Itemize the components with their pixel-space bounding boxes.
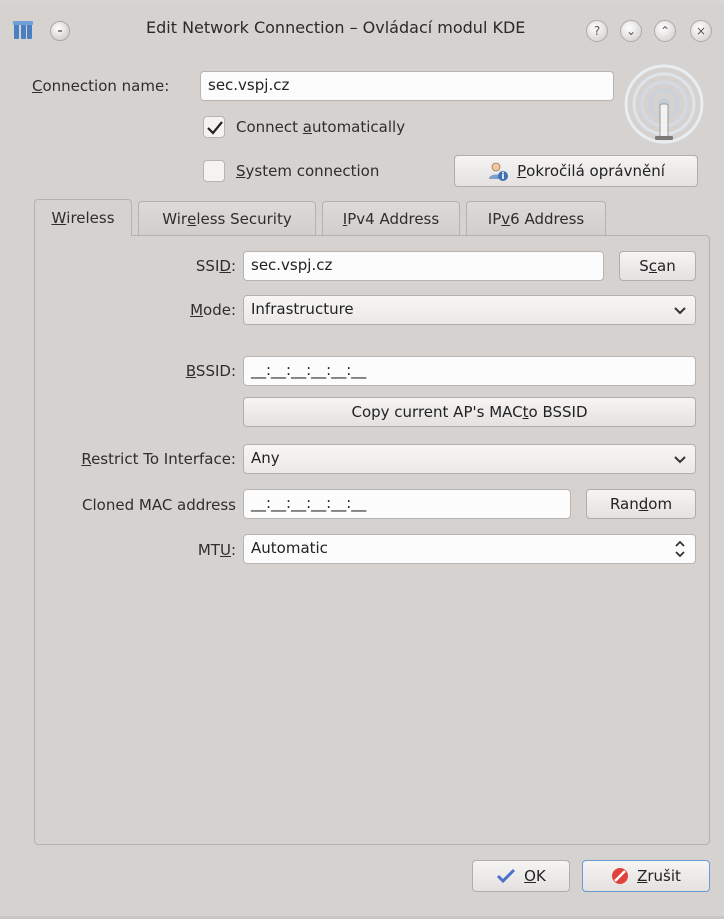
mtu-spinbox[interactable]: Automatic	[243, 534, 696, 564]
ssid-input[interactable]: sec.vspj.cz	[243, 251, 604, 281]
checkmark-icon	[207, 121, 223, 135]
connection-name-input[interactable]: sec.vspj.cz	[200, 71, 614, 101]
scan-button[interactable]: Sc an	[619, 251, 696, 281]
bssid-label: BSSID:	[185, 362, 236, 380]
tab-ipv6-address[interactable]: IP v 6 Address	[466, 201, 606, 235]
restrict-interface-select[interactable]: Any	[243, 444, 696, 474]
wireless-antenna-icon	[620, 60, 708, 148]
minimize-icon: ⌄	[625, 24, 637, 38]
cancel-icon	[612, 868, 629, 884]
bssid-input[interactable]: __:__:__:__:__:__	[243, 356, 696, 386]
checkmark-icon	[497, 868, 516, 884]
help-icon: ?	[593, 24, 601, 38]
window-menu-button[interactable]	[50, 21, 70, 41]
window-title: Edit Network Connection – Ovládací modul…	[146, 18, 526, 37]
cancel-button[interactable]: Zrušit	[582, 860, 710, 892]
cloned-mac-label: Cloned MAC address	[82, 496, 236, 514]
restrict-interface-label: Restrict To Interface:	[81, 450, 236, 468]
close-button[interactable]: ×	[690, 20, 712, 42]
tab-ipv4-address[interactable]: I Pv4 Address	[322, 201, 460, 235]
app-icon[interactable]	[12, 19, 34, 41]
cloned-mac-input[interactable]: __:__:__:__:__:__	[243, 489, 571, 519]
close-icon: ×	[695, 24, 707, 38]
system-connection-label[interactable]: System connection	[236, 162, 379, 180]
restrict-interface-value: Any	[251, 449, 280, 467]
tab-wireless-security[interactable]: Wir e less Security	[138, 201, 316, 235]
mode-label: Mode:	[190, 301, 236, 319]
ok-button[interactable]: OK	[472, 860, 570, 892]
advanced-permissions-button[interactable]: Pokročilá oprávnění	[454, 155, 698, 187]
mtu-value: Automatic	[251, 539, 328, 557]
system-connection-checkbox[interactable]	[203, 160, 225, 182]
mode-select[interactable]: Infrastructure	[243, 295, 696, 325]
ssid-label: SSID:	[195, 257, 236, 275]
mode-select-value: Infrastructure	[251, 300, 354, 318]
random-mac-button[interactable]: Ran d om	[586, 489, 696, 519]
chevron-down-icon	[673, 299, 687, 325]
connect-automatically-checkbox[interactable]	[203, 116, 225, 138]
mtu-label: MTU:	[197, 541, 236, 559]
minimize-button[interactable]: ⌄	[620, 20, 642, 42]
maximize-icon: ⌃	[659, 24, 671, 38]
connect-automatically-label[interactable]: Connect automatically	[236, 118, 405, 136]
connection-name-label: Connection name:	[32, 77, 170, 95]
spin-updown-icon[interactable]	[673, 538, 687, 564]
chevron-down-icon	[673, 448, 687, 474]
maximize-button[interactable]: ⌃	[654, 20, 676, 42]
tab-wireless[interactable]: Wireless	[34, 199, 132, 236]
copy-mac-to-bssid-button[interactable]: Copy current AP's MAC to BSSID	[243, 397, 696, 427]
help-button[interactable]: ?	[586, 20, 608, 42]
user-icon	[489, 162, 509, 181]
